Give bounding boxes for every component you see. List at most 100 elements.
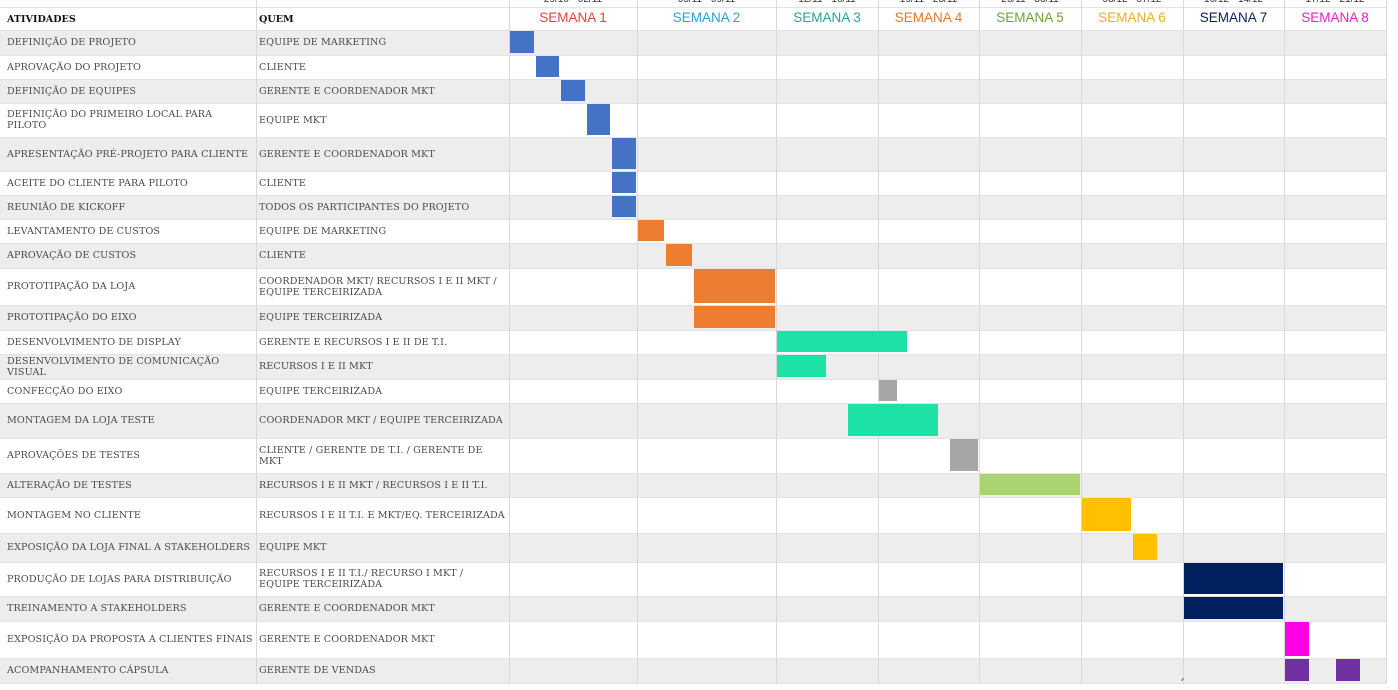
grid-line-horizontal (0, 137, 1386, 138)
activity-cell: DEFINIÇÃO DE PROJETO (7, 37, 136, 48)
grid-line-horizontal (0, 497, 1386, 498)
gantt-bar (612, 172, 636, 193)
table-row: TREINAMENTO A STAKEHOLDERS GERENTE E COOR… (0, 596, 1386, 621)
grid-line-vertical (509, 0, 510, 683)
who-cell: GERENTE E RECURSOS I E II DE T.I. (259, 336, 448, 348)
activity-cell: APROVAÇÃO DE CUSTOS (7, 250, 137, 261)
who-cell: CLIENTE / GERENTE DE T.I. / GERENTE DE M… (259, 444, 483, 467)
who-cell: EQUIPE TERCEIRIZADA (259, 312, 383, 323)
week-date-range: 17/12 - 21/12 (1284, 0, 1386, 5)
gantt-bar (693, 269, 775, 303)
gantt-bar (1184, 563, 1283, 594)
week-label: SEMANA 5 (996, 10, 1064, 25)
who-cell: COORDENADOR MKT / EQUIPE TERCEIRIZADA (259, 415, 503, 426)
week-label: SEMANA 1 (539, 10, 607, 25)
who-cell: EQUIPE TERCEIRIZADA (259, 385, 383, 397)
who-cell: CLIENTE (259, 177, 307, 189)
who-cell: EQUIPE DE MARKETING (259, 37, 387, 48)
grid-line-horizontal (0, 30, 1386, 31)
who-cell: GERENTE E COORDENADOR MKT (259, 85, 435, 97)
who-cell: EQUIPE MKT (259, 542, 327, 553)
gantt-bar (561, 80, 585, 101)
activity-cell: TREINAMENTO A STAKEHOLDERS (7, 603, 187, 614)
activity-cell: PRODUÇÃO DE LOJAS PARA DISTRIBUIÇÃO (7, 573, 232, 585)
activity-cell: APROVAÇÕES DE TESTES (7, 450, 141, 461)
table-row: ACOMPANHAMENTO CÁPSULA GERENTE DE VENDAS (0, 658, 1386, 683)
activity-cell: LEVANTAMENTO DE CUSTOS (7, 225, 161, 237)
grid-line-vertical (256, 0, 257, 683)
grid-line-horizontal (0, 330, 1386, 331)
gantt-bar (665, 244, 692, 266)
who-cell: GERENTE DE VENDAS (259, 665, 376, 676)
gantt-bar (535, 56, 560, 77)
table-row: DEFINIÇÃO DE PROJETO EQUIPE DE MARKETING (0, 30, 1386, 55)
grid-line-horizontal (0, 438, 1386, 439)
who-cell: TODOS OS PARTICIPANTES DO PROJETO (259, 201, 470, 213)
activity-cell: ACEITE DO CLIENTE PARA PILOTO (7, 177, 188, 189)
table-row: DESENVOLVIMENTO DE DISPLAY GERENTE E RECU… (0, 330, 1386, 354)
who-cell: EQUIPE DE MARKETING (259, 225, 387, 237)
grid-line-horizontal (0, 55, 1386, 56)
who-cell: RECURSOS I E II T.I. E MKT/EQ. TERCEIRIZ… (259, 509, 505, 521)
activity-cell: PROTOTIPAÇÃO DO EIXO (7, 312, 137, 323)
activity-cell: DEFINIÇÃO DE EQUIPES (7, 85, 137, 97)
gantt-bar (1133, 534, 1157, 560)
grid-line-horizontal (0, 683, 1386, 684)
gantt-bar (848, 404, 938, 436)
who-cell: RECURSOS I E II T.I./ RECURSO I MKT / EQ… (259, 568, 464, 590)
table-row: LEVANTAMENTO DE CUSTOS EQUIPE DE MARKETIN… (0, 219, 1386, 243)
table-row: APROVAÇÕES DE TESTES CLIENTE / GERENTE DE… (0, 438, 1386, 473)
week-label: SEMANA 4 (894, 10, 963, 25)
who-cell: RECURSOS I E II MKT (259, 361, 373, 372)
week-label: SEMANA 3 (793, 10, 861, 25)
grid-line-horizontal (0, 562, 1386, 563)
gantt-bar (693, 306, 775, 328)
who-cell: COORDENADOR MKT/ RECURSOS I E II MKT / E… (259, 275, 497, 298)
week-date-range: 10/12 - 14/12 (1183, 0, 1284, 5)
table-row: MONTAGEM DA LOJA TESTE COORDENADOR MKT / … (0, 403, 1386, 438)
grid-line-vertical (1284, 0, 1285, 683)
table-row: CONFECÇÃO DO EIXO EQUIPE TERCEIRIZADA (0, 379, 1386, 403)
week-date-range: 26/11 - 30/11 (979, 0, 1081, 5)
grid-line-vertical (637, 0, 638, 683)
week-label: SEMANA 7 (1199, 10, 1268, 25)
gantt-bar (777, 355, 826, 377)
activity-cell: EXPOSIÇÃO DA PROPOSTA A CLIENTES FINAIS (7, 634, 253, 645)
grid-line-horizontal (0, 79, 1386, 80)
who-cell: GERENTE E COORDENADOR MKT (259, 148, 435, 160)
who-column-header: QUEM (259, 14, 294, 25)
grid-line-horizontal (0, 219, 1386, 220)
gantt-bar (1336, 659, 1360, 681)
week-date-range: 12/11 - 16/11 (776, 0, 878, 5)
grid-line-horizontal (0, 171, 1386, 172)
week-date-range: 05/11 - 09/11 (637, 0, 776, 5)
activity-cell: DESENVOLVIMENTO DE COMUNICAÇÃO VISUAL (7, 355, 220, 378)
gantt-bar (879, 380, 898, 401)
grid-line-vertical (979, 0, 980, 683)
activity-column-header: ATIVIDADES (7, 14, 76, 25)
grid-line-horizontal (0, 354, 1386, 355)
week-label: SEMANA 6 (1098, 10, 1166, 25)
gantt-bar (949, 439, 978, 471)
week-label: SEMANA 8 (1301, 10, 1369, 25)
activity-cell: DEFINIÇÃO DO PRIMEIRO LOCAL PARA PILOTO (7, 109, 213, 131)
grid-line-horizontal (0, 7, 1386, 8)
who-cell: GERENTE E COORDENADOR MKT (259, 634, 435, 645)
activity-cell: APROVAÇÃO DO PROJETO (7, 61, 141, 73)
week-label: SEMANA 2 (672, 10, 741, 25)
gantt-bar (777, 331, 908, 352)
table-row: ACEITE DO CLIENTE PARA PILOTO CLIENTE (0, 171, 1386, 195)
table-row: DEFINIÇÃO DE EQUIPES GERENTE E COORDENADO… (0, 79, 1386, 103)
gantt-bar (586, 104, 611, 135)
who-cell: CLIENTE (259, 61, 307, 73)
grid-line-horizontal (0, 379, 1386, 380)
activity-cell: ALTERAÇÃO DE TESTES (7, 479, 132, 491)
gantt-bar (1285, 622, 1309, 656)
table-row: REUNIÃO DE KICKOFF TODOS OS PARTICIPANTES… (0, 195, 1386, 219)
table-row: APROVAÇÃO DE CUSTOS CLIENTE (0, 243, 1386, 268)
gantt-chart: ATIVIDADES QUEM DEFINIÇÃO DE PROJETO EQUI… (0, 0, 1398, 690)
gantt-bar (1285, 659, 1309, 681)
gantt-bar (1082, 498, 1131, 531)
activity-cell: APRESENTAÇÃO PRÉ-PROJETO PARA CLIENTE (7, 148, 249, 160)
table-row: APRESENTAÇÃO PRÉ-PROJETO PARA CLIENTE GER… (0, 137, 1386, 171)
